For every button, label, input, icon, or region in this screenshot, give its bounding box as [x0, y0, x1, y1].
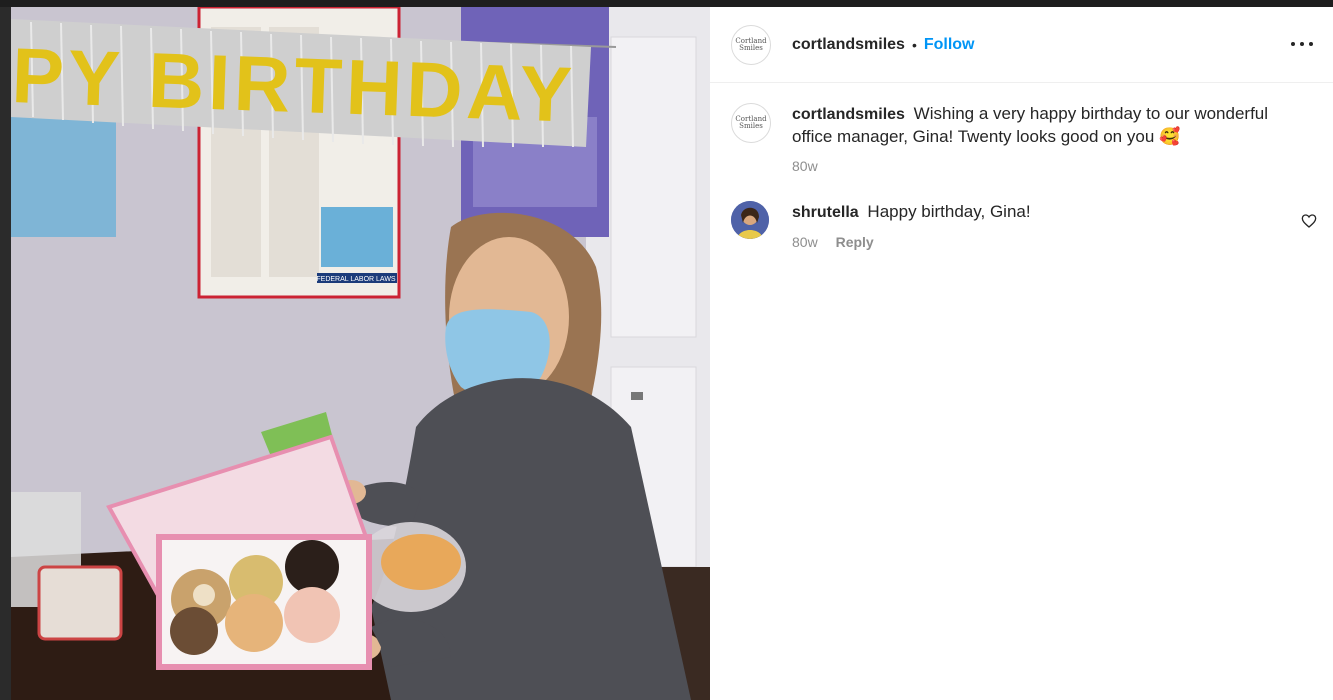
more-options-icon[interactable]: [1291, 34, 1313, 54]
caption-avatar-logo: Cortland Smiles: [735, 115, 767, 130]
post-side-panel: Cortland Smiles cortlandsmiles • Follow …: [710, 7, 1333, 700]
comment-meta: 80w Reply: [792, 234, 1293, 250]
comment-text: Happy birthday, Gina!: [867, 202, 1031, 221]
reply-button[interactable]: Reply: [836, 234, 874, 250]
post-header: Cortland Smiles cortlandsmiles • Follow: [710, 7, 1333, 83]
comment-text-block: shrutella Happy birthday, Gina!: [792, 201, 1293, 224]
comment-time[interactable]: 80w: [792, 234, 818, 250]
caption-avatar[interactable]: Cortland Smiles: [731, 103, 771, 143]
separator-dot: •: [911, 36, 917, 53]
follow-button[interactable]: Follow: [924, 36, 975, 54]
avatar-logo: Cortland Smiles: [735, 36, 767, 52]
commenter-avatar[interactable]: [731, 201, 769, 239]
birthday-photo-illustration: FEDERAL LABOR LAWS PY BIRTHDAY: [11, 7, 710, 700]
author-username[interactable]: cortlandsmiles: [792, 36, 905, 54]
caption-time[interactable]: 80w: [792, 158, 818, 174]
comment-item: shrutella Happy birthday, Gina! 80w Repl…: [710, 201, 1333, 250]
post-caption: Cortland Smiles cortlandsmiles Wishing a…: [710, 103, 1333, 174]
caption-meta: 80w: [792, 158, 1293, 174]
caption-text-block: cortlandsmiles Wishing a very happy birt…: [792, 103, 1293, 148]
author-avatar[interactable]: Cortland Smiles: [731, 24, 771, 65]
caption-username[interactable]: cortlandsmiles: [792, 106, 905, 123]
post-photo[interactable]: FEDERAL LABOR LAWS PY BIRTHDAY: [11, 7, 710, 700]
heart-outline-icon[interactable]: [1301, 213, 1317, 229]
commenter-avatar-image: [731, 201, 769, 239]
window-top-bar: [0, 0, 1333, 7]
comment-username[interactable]: shrutella: [792, 204, 859, 221]
poster-label: FEDERAL LABOR LAWS: [316, 276, 396, 283]
